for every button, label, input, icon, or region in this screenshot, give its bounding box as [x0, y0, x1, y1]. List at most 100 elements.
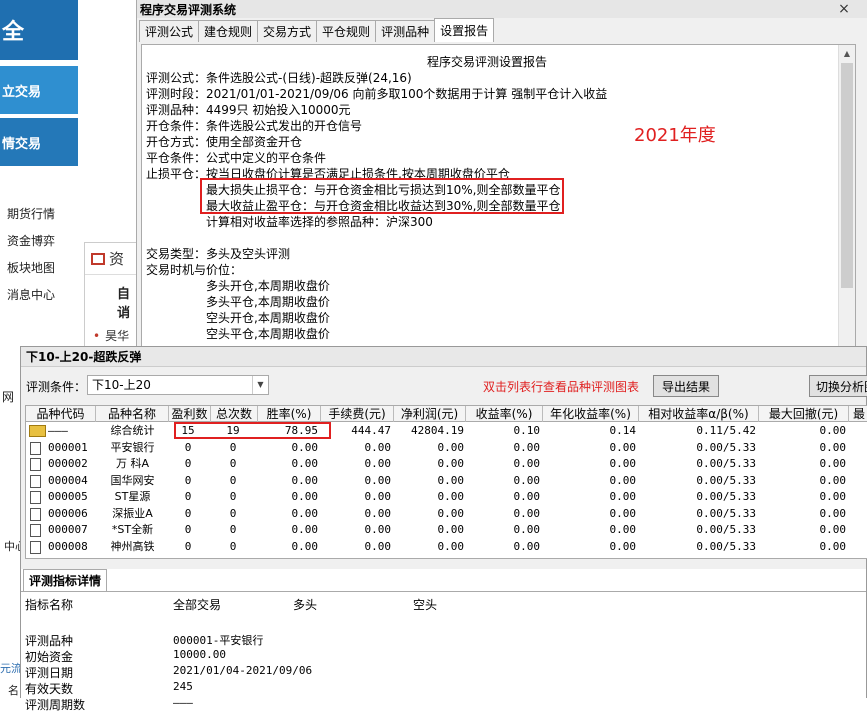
tab-close-rules[interactable]: 平仓规则 — [316, 20, 377, 42]
cell-net-profit: 0.00 — [437, 539, 465, 553]
cell-win-rate: 0.00 — [291, 490, 319, 503]
nav-capital[interactable]: 资金博弈 — [7, 232, 55, 249]
cell-win-count: 0 — [184, 490, 192, 503]
table-row[interactable]: 000006 深振业A 0 0 0.00 0.00 0.00 0.00 0.00 0.00/5.3… — [26, 506, 867, 522]
col-header[interactable]: 盈利数 — [169, 406, 211, 422]
condition-select[interactable]: 下10-上20 ▼ — [87, 375, 269, 395]
detail-value: 245 — [173, 680, 193, 693]
cell-return: 0.00 — [513, 440, 541, 454]
cell-code: 000008 — [48, 539, 88, 553]
results-title: 下10-上20-超跌反弹 — [21, 347, 866, 367]
cell-return: 0.00 — [513, 473, 541, 487]
cell-name: 万 科A — [115, 457, 150, 470]
col-header[interactable]: 相对收益率α/β(%) — [639, 406, 759, 422]
table-row[interactable]: 000005 ST星源 0 0 0.00 0.00 0.00 0.00 0.00 0.00/5.3… — [26, 489, 867, 505]
table-row[interactable]: 000001 平安银行 0 0 0.00 0.00 0.00 0.00 0.00 0.00/5.3… — [26, 440, 867, 456]
detail-label: 评测日期 — [25, 666, 74, 680]
cell-fee: 444.47 — [351, 424, 391, 437]
cell-annual-return: 0.00 — [609, 473, 637, 487]
report-scrollbar[interactable]: ▲ — [838, 45, 855, 359]
cell-win-rate: 0.00 — [291, 473, 319, 487]
cell-net-profit: 0.00 — [437, 440, 465, 454]
cell-annual-return: 0.00 — [609, 457, 637, 470]
cell-win-rate: 0.00 — [291, 523, 319, 536]
table-row[interactable]: 000007 *ST全新 0 0 0.00 0.00 0.00 0.00 0.00 0.00/5.… — [26, 522, 867, 538]
col-header[interactable]: 最 — [849, 406, 867, 422]
table-row[interactable]: 000002 万 科A 0 0 0.00 0.00 0.00 0.00 0.00 0.00/5.3… — [26, 456, 867, 472]
cell-relative-return: 0.00/5.33 — [696, 506, 756, 520]
document-icon — [30, 458, 41, 471]
table-row[interactable]: 000008 神州高铁 0 0 0.00 0.00 0.00 0.00 0.00 0.00/5.3… — [26, 539, 867, 555]
report-panel: 程序交易评测设置报告 评测公式：条件选股公式-(日线)-超跌反弹(24,16) … — [141, 44, 856, 360]
report-line: 交易时机与价位： — [146, 263, 243, 277]
tab-trade-mode[interactable]: 交易方式 — [257, 20, 318, 42]
cell-relative-return: 0.00/5.33 — [696, 490, 756, 503]
cell-win-count: 0 — [184, 506, 192, 520]
report-title: 程序交易评测设置报告 — [426, 55, 547, 69]
cell-code: 000005 — [48, 490, 88, 503]
summary-row[interactable]: ——— 综合统计 15 19 78.95 444.47 42804.19 0.10 0.14 0.… — [26, 423, 867, 439]
cell-relative-return: 0.11/5.42 — [696, 424, 756, 437]
col-header[interactable]: 收益率(%) — [466, 406, 543, 422]
switch-chart-button[interactable]: 切换分析图 — [809, 375, 867, 397]
col-header[interactable]: 总次数 — [211, 406, 258, 422]
cell-fee: 0.00 — [364, 490, 392, 503]
cell-net-profit: 0.00 — [437, 473, 465, 487]
export-button[interactable]: 导出结果 — [653, 375, 719, 397]
report-line: 交易类型：多头及空头评测 — [146, 247, 291, 261]
app-logo: 全 — [0, 0, 78, 60]
col-header[interactable]: 胜率(%) — [258, 406, 321, 422]
cell-max-drawdown: 0.00 — [819, 440, 847, 454]
document-icon — [30, 507, 41, 521]
cell-total-count: 0 — [229, 490, 237, 503]
cell-name: *ST全新 — [111, 523, 154, 536]
cell-max-drawdown: 0.00 — [819, 539, 847, 553]
cell-fee: 0.00 — [364, 457, 392, 470]
report-line: 开仓条件：条件选股公式发出的开仓信号 — [146, 119, 363, 133]
news-panel: 资 自诮 昊华能 北京 — [84, 242, 140, 383]
nav-message-center[interactable]: 消息中心 — [7, 286, 55, 303]
cell-win-count: 0 — [184, 539, 192, 553]
col-header[interactable]: 净利润(元) — [394, 406, 466, 422]
cell-max-drawdown: 0.00 — [819, 490, 847, 503]
cell-net-profit: 0.00 — [437, 506, 465, 520]
hint-text: 双击列表行查看品种评测图表 — [483, 380, 640, 394]
fragment-text: 网 — [2, 390, 15, 404]
close-icon[interactable]: × — [833, 1, 855, 17]
col-header[interactable]: 品种代码 — [26, 406, 96, 422]
details-header: 指标名称 — [25, 598, 74, 612]
chevron-down-icon[interactable]: ▼ — [252, 376, 268, 394]
tab-details[interactable]: 评测指标详情 — [23, 569, 108, 591]
tab-formula[interactable]: 评测公式 — [139, 20, 200, 42]
scroll-thumb[interactable] — [841, 63, 853, 288]
cell-net-profit: 42804.19 — [411, 424, 464, 437]
document-icon — [30, 540, 41, 554]
cell-code: 000001 — [48, 440, 88, 454]
tab-open-rules[interactable]: 建仓规则 — [198, 20, 259, 42]
cell-return: 0.00 — [513, 523, 541, 536]
cell-name: 综合统计 — [110, 424, 155, 437]
table-row[interactable]: 000004 国华网安 0 0 0.00 0.00 0.00 0.00 0.00 0.00/5.3… — [26, 473, 867, 489]
nav-futures[interactable]: 期货行情 — [7, 205, 55, 222]
fragment-text: 名 — [8, 684, 19, 697]
cell-annual-return: 0.00 — [609, 539, 637, 553]
menu-trade[interactable]: 立交易 — [0, 66, 78, 114]
results-table: 品种代码 品种名称 盈利数 总次数 胜率(%) 手续费(元) 净利润(元) 收益… — [25, 405, 867, 559]
cell-code: 000002 — [48, 457, 88, 470]
nav-sector-map[interactable]: 板块地图 — [7, 259, 55, 276]
tab-report[interactable]: 设置报告 — [434, 18, 495, 42]
cell-max-drawdown: 0.00 — [819, 523, 847, 536]
col-header[interactable]: 手续费(元) — [321, 406, 394, 422]
document-icon — [30, 441, 41, 455]
col-header[interactable]: 最大回撤(元) — [759, 406, 849, 422]
tab-instruments[interactable]: 评测品种 — [375, 20, 436, 42]
cell-total-count: 0 — [229, 506, 237, 520]
cell-win-count: 0 — [184, 440, 192, 454]
col-header[interactable]: 年化收益率(%) — [543, 406, 639, 422]
scroll-up-icon[interactable]: ▲ — [839, 45, 855, 62]
cell-win-rate: 0.00 — [291, 440, 319, 454]
cell-return: 0.10 — [513, 424, 541, 437]
col-header[interactable]: 品种名称 — [96, 406, 169, 422]
menu-quote-trade[interactable]: 情交易 — [0, 118, 78, 166]
cell-fee: 0.00 — [364, 440, 392, 454]
